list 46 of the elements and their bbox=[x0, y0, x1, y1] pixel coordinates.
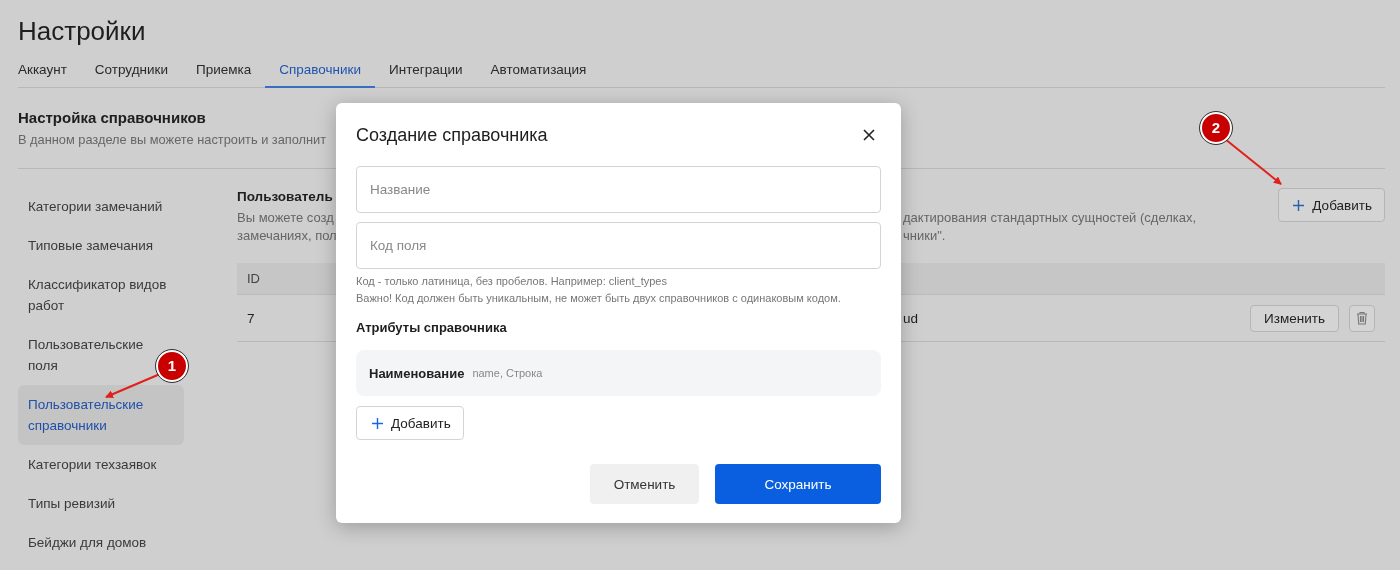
column-header: ID bbox=[247, 271, 260, 286]
sidebar-item[interactable]: Категории замечаний bbox=[18, 187, 184, 226]
tab[interactable]: Приемка bbox=[196, 62, 252, 88]
tab[interactable]: Интеграции bbox=[389, 62, 463, 88]
sidebar-item[interactable]: Пользовательские справочники bbox=[18, 385, 184, 445]
attribute-name: Наименование bbox=[369, 365, 465, 381]
attribute-details: name, Строка bbox=[472, 367, 543, 379]
sidebar-item[interactable]: Типовые замечания bbox=[18, 226, 184, 265]
trash-icon bbox=[1356, 311, 1368, 325]
section-title: Пользователь bbox=[237, 188, 333, 206]
code-field[interactable]: Код поля bbox=[356, 222, 881, 269]
add-button[interactable]: Добавить bbox=[356, 406, 464, 440]
dialog-title: Создание справочника bbox=[356, 124, 548, 146]
description-line: Вы можете созд bbox=[237, 209, 335, 227]
description-line: замечаниях, пол bbox=[237, 227, 337, 245]
delete-button[interactable] bbox=[1349, 304, 1375, 332]
annotation-arrow bbox=[105, 373, 161, 398]
add-button[interactable]: Добавить bbox=[1278, 188, 1385, 222]
tab[interactable]: Аккаунт bbox=[18, 62, 67, 88]
save-button[interactable]: Сохранить bbox=[715, 464, 881, 504]
close-icon bbox=[863, 129, 875, 141]
tab[interactable]: Справочники bbox=[265, 62, 376, 88]
hint-text: Важно! Код должен быть уникальным, не может быть двух справочников с одинаковым кодом. bbox=[356, 291, 842, 306]
attribute-card[interactable]: Наименование name, Строка bbox=[356, 350, 881, 396]
description-line: чники". bbox=[903, 227, 947, 245]
name-field[interactable]: Название bbox=[356, 166, 881, 213]
annotation-arrow bbox=[1224, 138, 1282, 185]
table-cell-text: ud bbox=[903, 310, 920, 326]
page-title: Настройки bbox=[18, 15, 147, 48]
plus-icon bbox=[372, 417, 383, 429]
tab[interactable]: Сотрудники bbox=[94, 62, 168, 88]
edit-button[interactable]: Изменить bbox=[1250, 304, 1339, 332]
hint-text: Код - только латиница, без пробелов. Например: client_types bbox=[356, 274, 668, 289]
table-cell-text: 7 bbox=[247, 310, 256, 326]
tab[interactable]: Автоматизация bbox=[490, 62, 587, 88]
attributes-title: Атрибуты справочника bbox=[356, 319, 508, 337]
sidebar-item[interactable]: Типы ревизий bbox=[18, 484, 184, 523]
sidebar-item[interactable]: Бейджи для домов bbox=[18, 523, 184, 562]
cancel-button[interactable]: Отменить bbox=[590, 464, 699, 504]
sidebar-item[interactable]: Классификатор видов работ bbox=[18, 265, 184, 325]
description-line: дактирования стандартных сущностей (сделках, bbox=[903, 209, 1197, 227]
number-badge: 2 bbox=[1199, 111, 1233, 145]
section-description: В данном разделе вы можете настроить и заполнит bbox=[18, 131, 327, 149]
plus-icon bbox=[1293, 199, 1305, 211]
number-badge: 1 bbox=[155, 349, 189, 383]
sidebar-item[interactable]: Категории техзаявок bbox=[18, 445, 184, 484]
